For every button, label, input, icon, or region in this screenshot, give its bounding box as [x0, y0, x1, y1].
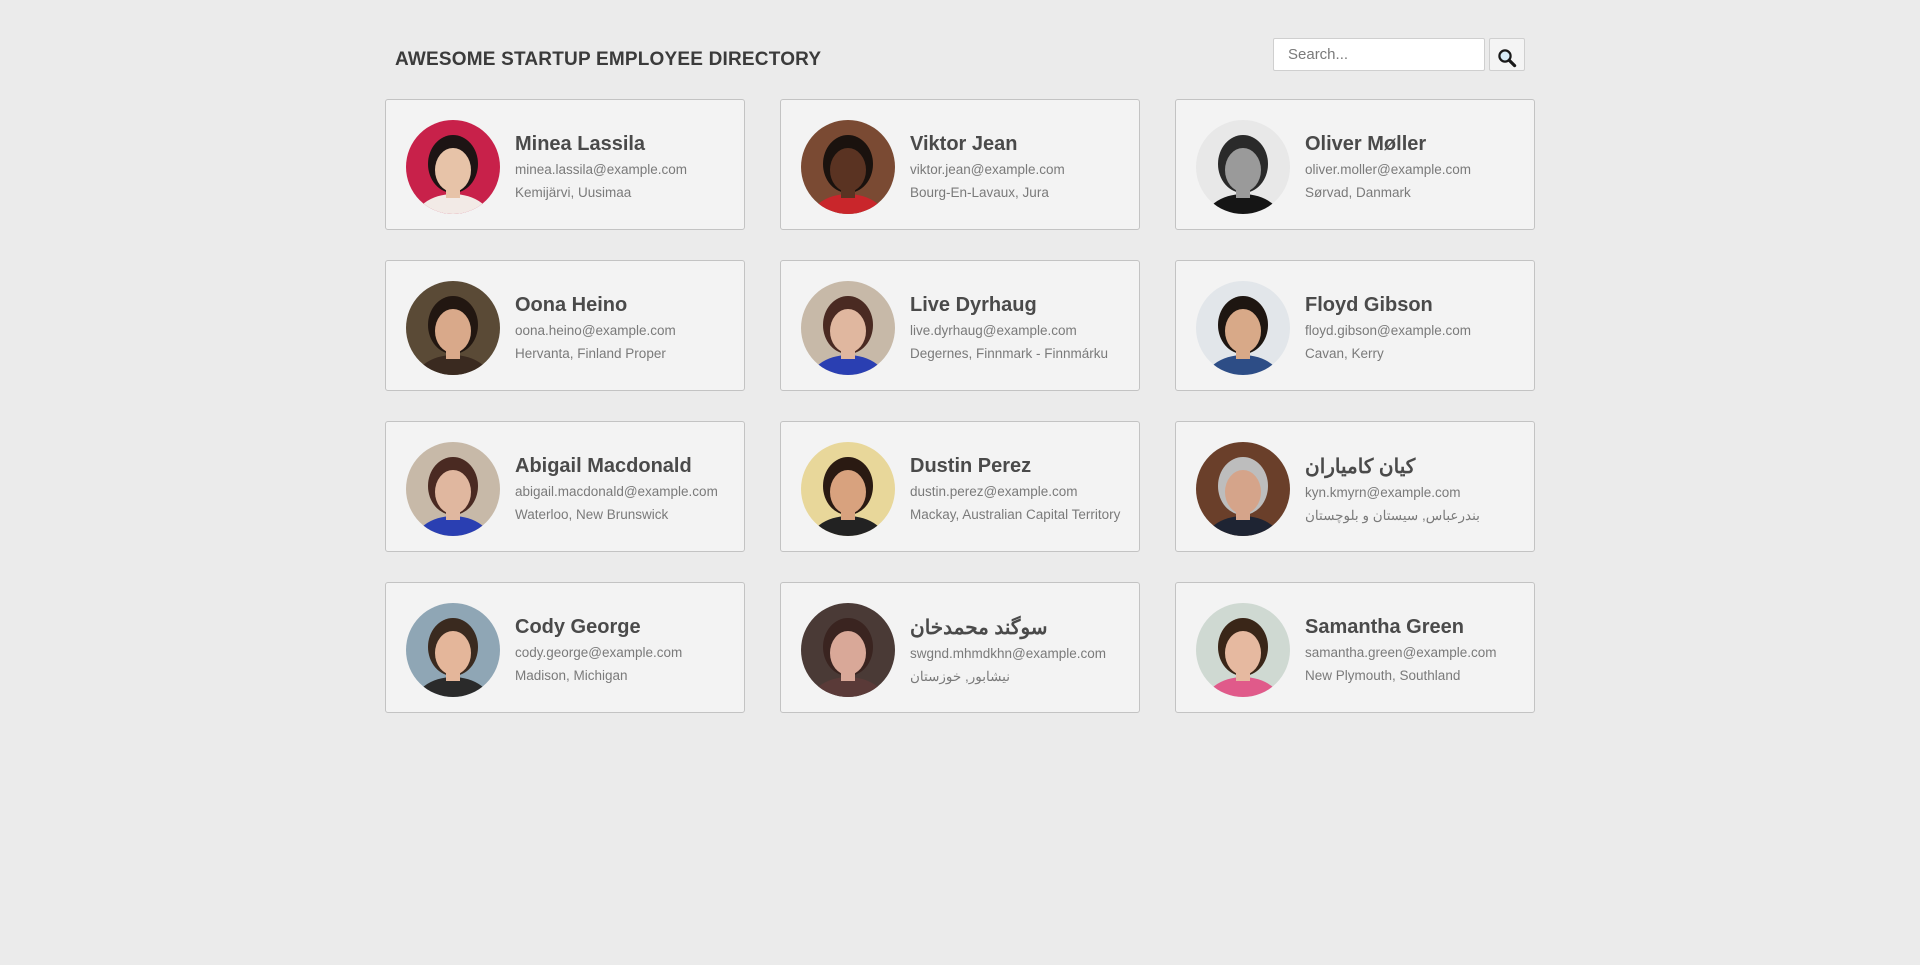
employee-card[interactable]: Minea Lassila minea.lassila@example.com Ke… [385, 99, 745, 230]
search-input[interactable] [1273, 38, 1485, 71]
employee-info: Abigail Macdonald abigail.macdonald@examp… [515, 455, 718, 523]
employee-location: New Plymouth, Southland [1305, 667, 1461, 683]
employee-name: کیان کامیاران [1305, 455, 1416, 478]
employee-photo [801, 119, 895, 214]
employee-info: Samantha Green samantha.green@example.com… [1305, 616, 1497, 684]
employee-card[interactable]: Oliver Møller oliver.moller@example.com Sø… [1175, 99, 1535, 230]
employee-info: Live Dyrhaug live.dyrhaug@example.com Dege… [910, 294, 1108, 362]
employee-location: بندرعباس, سیستان و بلوچستان [1305, 507, 1480, 523]
employee-location: Cavan, Kerry [1305, 345, 1384, 361]
employee-card[interactable]: کیان کامیاران kyn.kmyrn@example.com بندرعب… [1175, 421, 1535, 552]
page: AWESOME STARTUP EMPLOYEE DIRECTORY Minea… [0, 0, 1920, 965]
employee-photo [801, 602, 895, 697]
employee-location: Madison, Michigan [515, 667, 628, 683]
employee-email: minea.lassila@example.com [515, 161, 688, 177]
employee-name: سوگند محمدخان [910, 616, 1048, 639]
header: AWESOME STARTUP EMPLOYEE DIRECTORY [385, 34, 1525, 74]
employee-location: Bourg-En-Lavaux, Jura [910, 184, 1049, 200]
employee-location: Mackay, Australian Capital Territory [910, 506, 1121, 522]
employee-email: oona.heino@example.com [515, 322, 676, 338]
employee-photo [1196, 602, 1290, 697]
employee-name: Dustin Perez [910, 454, 1032, 477]
employee-photo [406, 119, 500, 214]
employee-photo [406, 602, 500, 697]
employee-card[interactable]: سوگند محمدخان swgnd.mhmdkhn@example.com نی… [780, 582, 1140, 713]
employee-name: Cody George [515, 615, 641, 638]
search-button[interactable] [1489, 38, 1525, 71]
employee-email: swgnd.mhmdkhn@example.com [910, 645, 1107, 661]
employee-gallery: Minea Lassila minea.lassila@example.com Ke… [385, 99, 1535, 713]
employee-location: Kemijärvi, Uusimaa [515, 184, 632, 200]
employee-location: Waterloo, New Brunswick [515, 506, 669, 522]
employee-name: Floyd Gibson [1305, 293, 1433, 316]
employee-card[interactable]: Viktor Jean viktor.jean@example.com Bourg-… [780, 99, 1140, 230]
employee-email: floyd.gibson@example.com [1305, 322, 1472, 338]
employee-card[interactable]: Samantha Green samantha.green@example.com… [1175, 582, 1535, 713]
employee-email: samantha.green@example.com [1305, 644, 1497, 660]
employee-info: سوگند محمدخان swgnd.mhmdkhn@example.com نی… [910, 615, 1106, 685]
page-title: AWESOME STARTUP EMPLOYEE DIRECTORY [395, 49, 822, 70]
employee-card[interactable]: Oona Heino oona.heino@example.com Hervanta… [385, 260, 745, 391]
employee-photo [1196, 280, 1290, 375]
employee-info: Minea Lassila minea.lassila@example.com Ke… [515, 133, 687, 201]
employee-photo [1196, 441, 1290, 536]
employee-card[interactable]: Abigail Macdonald abigail.macdonald@examp… [385, 421, 745, 552]
employee-name: Samantha Green [1305, 615, 1464, 638]
employee-info: Floyd Gibson floyd.gibson@example.com Cava… [1305, 294, 1471, 362]
employee-name: Minea Lassila [515, 132, 646, 155]
employee-card[interactable]: Floyd Gibson floyd.gibson@example.com Cava… [1175, 260, 1535, 391]
employee-email: kyn.kmyrn@example.com [1305, 484, 1461, 500]
employee-email: cody.george@example.com [515, 644, 683, 660]
employee-email: live.dyrhaug@example.com [910, 322, 1077, 338]
employee-name: Oona Heino [515, 293, 628, 316]
employee-email: viktor.jean@example.com [910, 161, 1065, 177]
employee-location: Degernes, Finnmark - Finnmárku [910, 345, 1109, 361]
employee-card[interactable]: Cody George cody.george@example.com Madiso… [385, 582, 745, 713]
employee-photo [801, 280, 895, 375]
employee-info: Viktor Jean viktor.jean@example.com Bourg-… [910, 133, 1065, 201]
employee-email: oliver.moller@example.com [1305, 161, 1472, 177]
employee-name: Abigail Macdonald [515, 454, 692, 477]
employee-location: Sørvad, Danmark [1305, 184, 1411, 200]
employee-location: Hervanta, Finland Proper [515, 345, 666, 361]
employee-name: Live Dyrhaug [910, 293, 1037, 316]
employee-photo [801, 441, 895, 536]
employee-info: کیان کامیاران kyn.kmyrn@example.com بندرعب… [1305, 454, 1480, 524]
employee-name: Viktor Jean [910, 132, 1018, 155]
employee-info: Oliver Møller oliver.moller@example.com Sø… [1305, 133, 1471, 201]
employee-location: نیشابور, خوزستان [910, 668, 1010, 684]
employee-photo [406, 441, 500, 536]
employee-photo [406, 280, 500, 375]
employee-card[interactable]: Live Dyrhaug live.dyrhaug@example.com Dege… [780, 260, 1140, 391]
employee-name: Oliver Møller [1305, 132, 1427, 155]
employee-info: Cody George cody.george@example.com Madiso… [515, 616, 682, 684]
employee-info: Oona Heino oona.heino@example.com Hervanta… [515, 294, 676, 362]
employee-email: abigail.macdonald@example.com [515, 483, 718, 499]
employee-info: Dustin Perez dustin.perez@example.com Mack… [910, 455, 1120, 523]
magnifying-glass-icon [1498, 48, 1517, 67]
employee-email: dustin.perez@example.com [910, 483, 1078, 499]
employee-photo [1196, 119, 1290, 214]
employee-card[interactable]: Dustin Perez dustin.perez@example.com Mack… [780, 421, 1140, 552]
